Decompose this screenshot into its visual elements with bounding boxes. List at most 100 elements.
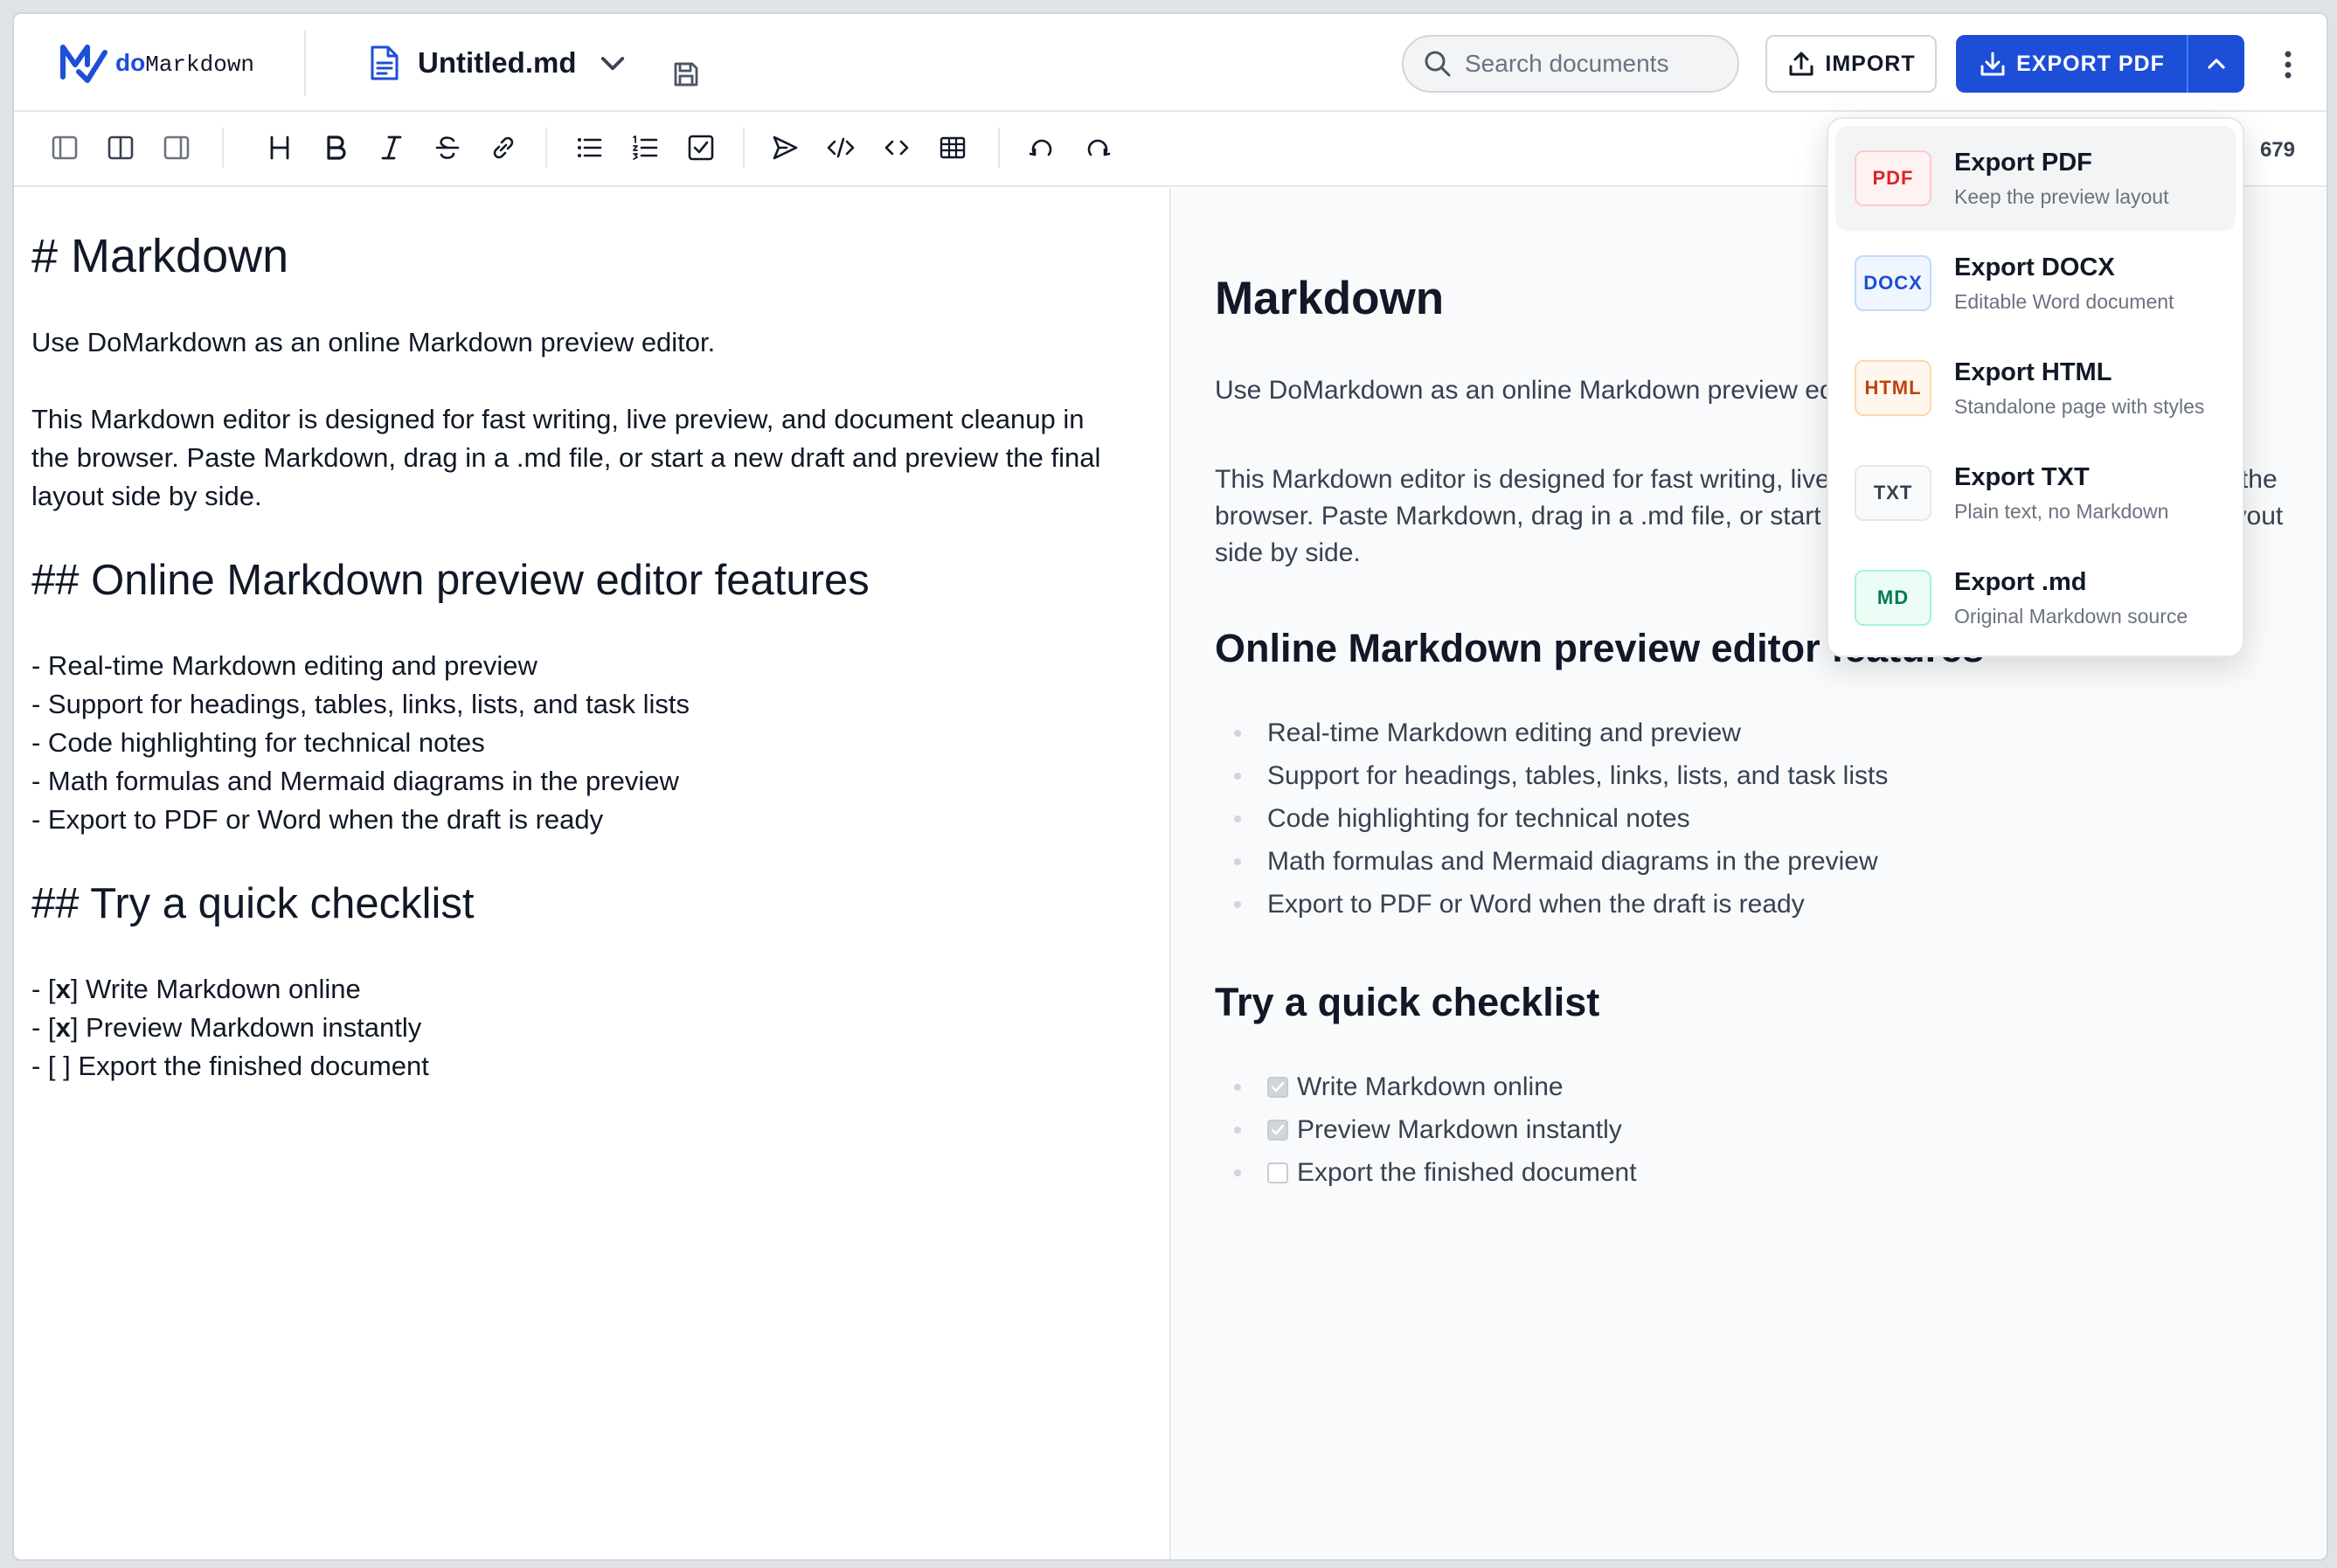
split-view-button[interactable] bbox=[103, 130, 138, 165]
menu-item-title: Export DOCX bbox=[1954, 253, 2115, 281]
document-title-menu[interactable]: Untitled.md bbox=[367, 44, 630, 82]
chevron-down-icon bbox=[601, 57, 625, 71]
menu-item-subtitle: Original Markdown source bbox=[1954, 605, 2188, 628]
editor-line-h2: ## Online Markdown preview editor featur… bbox=[31, 557, 870, 604]
quote-button[interactable] bbox=[767, 130, 802, 165]
chevron-up-icon bbox=[2208, 59, 2225, 69]
send-icon bbox=[773, 135, 798, 160]
list-item: Export to PDF or Word when the draft is … bbox=[1234, 883, 2295, 926]
undo-button[interactable] bbox=[1024, 130, 1059, 165]
editor-only-view-button[interactable] bbox=[47, 130, 82, 165]
search-box[interactable] bbox=[1402, 35, 1739, 93]
italic-icon bbox=[381, 135, 402, 160]
docx-file-icon: DOCX bbox=[1855, 255, 1931, 311]
toolbar-separator bbox=[743, 128, 745, 168]
download-icon bbox=[1980, 52, 2005, 76]
export-menu-item-html[interactable]: HTML Export HTML Standalone page with st… bbox=[1835, 336, 2236, 441]
more-vertical-icon bbox=[2285, 51, 2292, 79]
brand-name-do: do bbox=[115, 48, 146, 76]
strikethrough-icon bbox=[435, 136, 460, 159]
export-menu-item-pdf[interactable]: PDF Export PDF Keep the preview layout bbox=[1835, 126, 2236, 231]
import-label: IMPORT bbox=[1825, 51, 1916, 76]
columns-icon bbox=[107, 135, 134, 160]
bullet-icon bbox=[1234, 1169, 1241, 1176]
editor-line: the browser. Paste Markdown, drag in a .… bbox=[31, 442, 1101, 473]
menu-item-subtitle: Keep the preview layout bbox=[1954, 185, 2169, 208]
bullet-icon bbox=[1234, 815, 1241, 822]
editor-line-h1: # Markdown bbox=[31, 230, 289, 282]
list-item: Real-time Markdown editing and preview bbox=[1234, 711, 2295, 754]
table-button[interactable] bbox=[935, 130, 970, 165]
list-item: Code highlighting for technical notes bbox=[1234, 797, 2295, 840]
bullet-list-button[interactable] bbox=[572, 130, 607, 165]
panel-right-icon bbox=[163, 135, 190, 160]
link-button[interactable] bbox=[486, 130, 521, 165]
bullet-icon bbox=[1234, 901, 1241, 908]
search-input[interactable] bbox=[1465, 50, 1727, 78]
editor-line: layout side by side. bbox=[31, 481, 262, 511]
editor-task-line: - [x] Preview Markdown instantly bbox=[31, 1009, 1152, 1047]
task-text: Preview Markdown instantly bbox=[1297, 1115, 1622, 1144]
editor-line-intro: Use DoMarkdown as an online Markdown pre… bbox=[31, 327, 716, 357]
check-icon bbox=[1271, 1124, 1285, 1134]
menu-item-title: Export PDF bbox=[1954, 149, 2092, 177]
numbered-list-icon bbox=[633, 135, 658, 160]
code-slash-icon bbox=[827, 137, 855, 158]
search-icon bbox=[1425, 51, 1451, 77]
bold-button[interactable] bbox=[318, 130, 353, 165]
task-list-button[interactable] bbox=[683, 130, 718, 165]
editor-list-line: - Export to PDF or Word when the draft i… bbox=[31, 804, 604, 835]
redo-icon bbox=[1087, 139, 1111, 156]
bullet-icon bbox=[1234, 1084, 1241, 1091]
task-prefix: - [ bbox=[31, 974, 56, 1004]
inline-code-button[interactable] bbox=[879, 130, 914, 165]
task-prefix: - [ bbox=[31, 1012, 56, 1043]
export-menu-toggle[interactable] bbox=[2188, 35, 2244, 93]
export-label: EXPORT PDF bbox=[2016, 51, 2165, 76]
code-block-button[interactable] bbox=[823, 130, 858, 165]
brand-name-rest: Markdown bbox=[145, 51, 255, 78]
export-menu-item-txt[interactable]: TXT Export TXT Plain text, no Markdown bbox=[1835, 441, 2236, 545]
menu-item-title: Export .md bbox=[1954, 568, 2087, 596]
list-item: Math formulas and Mermaid diagrams in th… bbox=[1234, 840, 2295, 883]
preview-task-list: Write Markdown online Preview Markdown i… bbox=[1215, 1065, 2295, 1194]
export-menu-item-md[interactable]: MD Export .md Original Markdown source bbox=[1835, 545, 2236, 650]
more-options-button[interactable] bbox=[2272, 47, 2304, 82]
list-item-text: Code highlighting for technical notes bbox=[1267, 804, 1690, 833]
menu-item-subtitle: Standalone page with styles bbox=[1954, 395, 2205, 418]
toolbar-separator bbox=[222, 128, 224, 168]
strikethrough-button[interactable] bbox=[430, 130, 465, 165]
preview-only-view-button[interactable] bbox=[159, 130, 194, 165]
editor-list-line: - Code highlighting for technical notes bbox=[31, 727, 485, 758]
toolbar-separator bbox=[998, 128, 1000, 168]
txt-file-icon: TXT bbox=[1855, 465, 1931, 521]
heading-icon bbox=[270, 135, 289, 160]
undo-icon bbox=[1029, 139, 1052, 156]
task-item: Preview Markdown instantly bbox=[1234, 1108, 2295, 1151]
editor-list-line: - Support for headings, tables, links, l… bbox=[31, 689, 690, 719]
task-checkbox-unchecked[interactable] bbox=[1267, 1162, 1288, 1183]
panel-left-icon bbox=[52, 135, 78, 160]
heading-button[interactable] bbox=[262, 130, 297, 165]
bold-icon bbox=[327, 135, 346, 160]
task-checkbox-checked[interactable] bbox=[1267, 1119, 1288, 1141]
editor-task-line: - [ ] Export the finished document bbox=[31, 1047, 1152, 1086]
export-menu-item-docx[interactable]: DOCX Export DOCX Editable Word document bbox=[1835, 231, 2236, 336]
numbered-list-button[interactable] bbox=[628, 130, 662, 165]
italic-button[interactable] bbox=[374, 130, 409, 165]
editor-list-line: - Real-time Markdown editing and preview bbox=[31, 650, 537, 681]
task-checkbox-checked[interactable] bbox=[1267, 1076, 1288, 1098]
save-icon[interactable] bbox=[671, 59, 701, 89]
brand-logo[interactable]: do Markdown bbox=[58, 38, 254, 87]
redo-button[interactable] bbox=[1080, 130, 1115, 165]
html-file-icon: HTML bbox=[1855, 360, 1931, 416]
document-icon bbox=[371, 45, 399, 80]
markdown-editor[interactable]: # Markdown Use DoMarkdown as an online M… bbox=[14, 189, 1171, 1559]
menu-item-title: Export TXT bbox=[1954, 463, 2090, 491]
list-item-text: Math formulas and Mermaid diagrams in th… bbox=[1267, 847, 1878, 876]
toolbar-separator bbox=[545, 128, 547, 168]
import-button[interactable]: IMPORT bbox=[1765, 35, 1937, 93]
list-item-text: Export to PDF or Word when the draft is … bbox=[1267, 890, 1805, 919]
table-icon bbox=[940, 136, 966, 159]
export-pdf-button[interactable]: EXPORT PDF bbox=[1956, 35, 2187, 93]
